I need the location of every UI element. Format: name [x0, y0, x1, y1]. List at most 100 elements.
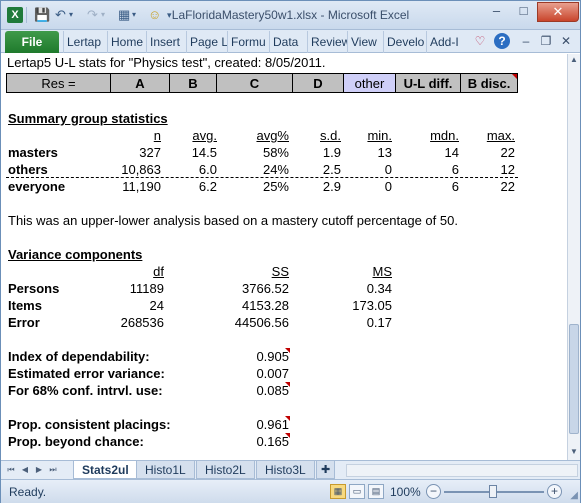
- header-a[interactable]: A: [111, 73, 170, 93]
- col-ss: SS: [271, 264, 289, 279]
- scroll-up-icon[interactable]: ▲: [568, 54, 580, 66]
- cell-max: 12: [500, 162, 515, 177]
- minimize-ribbon-icon[interactable]: –: [518, 33, 534, 49]
- tab-formulas[interactable]: Formu: [227, 31, 269, 53]
- beyond-chance-row[interactable]: Prop. beyond chance: 0.165: [1, 433, 567, 450]
- prev-sheet-icon[interactable]: ◀: [19, 464, 31, 476]
- page-layout-view-icon[interactable]: ▭: [349, 484, 365, 499]
- file-tab[interactable]: File: [5, 31, 59, 53]
- zoom-in-icon[interactable]: +: [547, 484, 562, 499]
- tab-view[interactable]: View: [347, 31, 383, 53]
- summary-row-masters[interactable]: masters 327 14.5 58% 1.9 13 14 22: [1, 144, 567, 161]
- last-sheet-icon[interactable]: ⏭: [47, 464, 59, 476]
- title-bar: X 💾 ↶ ▾ ↷ ▾ ▦ ▾ ☺ ▾ LaFloridaMastery50w1…: [1, 1, 580, 30]
- cell-min: 13: [377, 145, 392, 160]
- row-label: others: [8, 162, 48, 177]
- variance-row-error[interactable]: Error 268536 44506.56 0.17: [1, 314, 567, 331]
- cell-max: 22: [500, 179, 515, 194]
- vertical-scroll-thumb[interactable]: [569, 324, 579, 434]
- tab-add-ins[interactable]: Add-I: [426, 31, 468, 53]
- vertical-scrollbar[interactable]: ▲ ▼: [567, 54, 580, 460]
- index-label: For 68% conf. intrvl. use:: [8, 383, 163, 398]
- row-label: everyone: [8, 179, 66, 194]
- horizontal-scrollbar[interactable]: [346, 464, 578, 477]
- tab-developer[interactable]: Develo: [383, 31, 426, 53]
- variance-heading-row[interactable]: Variance components: [1, 246, 567, 263]
- page-break-view-icon[interactable]: ▤: [368, 484, 384, 499]
- header-row[interactable]: Res = A B C D other U-L diff. B disc.: [1, 73, 567, 94]
- worksheet-grid[interactable]: Lertap5 U-L stats for "Physics test", cr…: [1, 54, 567, 460]
- cell-avg-pct: 25%: [262, 179, 289, 194]
- header-b-disc-label: B disc.: [467, 76, 511, 91]
- header-ul-diff[interactable]: U-L diff.: [396, 73, 461, 93]
- first-sheet-icon[interactable]: ⏮: [5, 464, 17, 476]
- variance-columns-row[interactable]: df SS MS: [1, 263, 567, 280]
- col-n: n: [153, 128, 161, 143]
- close-window-button[interactable]: ✕: [537, 2, 579, 22]
- normal-view-icon[interactable]: ▦: [330, 484, 346, 499]
- cell-min: 0: [384, 179, 392, 194]
- header-b-disc[interactable]: B disc.: [461, 73, 518, 93]
- cell-mdn: 14: [444, 145, 459, 160]
- cell-min: 0: [384, 162, 392, 177]
- summary-row-everyone[interactable]: everyone 11,190 6.2 25% 2.9 0 6 22: [1, 178, 567, 195]
- restore-icon[interactable]: ❐: [538, 33, 554, 49]
- header-b[interactable]: B: [170, 73, 217, 93]
- row-label: masters: [8, 145, 58, 160]
- close-workbook-icon[interactable]: ✕: [558, 33, 574, 49]
- tab-lertap[interactable]: Lertap: [63, 31, 107, 53]
- zoom-slider-thumb[interactable]: [489, 485, 497, 498]
- help-icon[interactable]: ?: [494, 33, 510, 49]
- variance-row-items[interactable]: Items 24 4153.28 173.05: [1, 297, 567, 314]
- zoom-level[interactable]: 100%: [390, 485, 421, 499]
- sheet-tab-histo3l[interactable]: Histo3L: [256, 461, 315, 479]
- excel-window: X 💾 ↶ ▾ ↷ ▾ ▦ ▾ ☺ ▾ LaFloridaMastery50w1…: [0, 0, 581, 503]
- next-sheet-icon[interactable]: ▶: [33, 464, 45, 476]
- placing-label: Prop. beyond chance:: [8, 434, 144, 449]
- comment-indicator-icon: [285, 416, 290, 421]
- analysis-note-row[interactable]: This was an upper-lower analysis based o…: [1, 212, 567, 229]
- sheet-tab-stats2ul[interactable]: Stats2ul: [73, 461, 138, 479]
- sheet-tab-histo1l[interactable]: Histo1L: [136, 461, 195, 479]
- summary-row-others[interactable]: others 10,863 6.0 24% 2.5 0 6 12: [6, 161, 518, 178]
- tab-data[interactable]: Data: [269, 31, 307, 53]
- sheet-title-row[interactable]: Lertap5 U-L stats for "Physics test", cr…: [1, 54, 567, 71]
- ribbon-tab-bar: File Lertap Home Insert Page L Formu Dat…: [1, 30, 580, 53]
- header-other[interactable]: other: [344, 73, 396, 93]
- comment-indicator-icon: [285, 433, 290, 438]
- header-d[interactable]: D: [293, 73, 344, 93]
- index-value: 0.085: [256, 383, 289, 398]
- cell-ms: 0.34: [366, 281, 392, 296]
- col-mdn: mdn.: [430, 128, 459, 143]
- tab-insert[interactable]: Insert: [146, 31, 186, 53]
- minimize-window-button[interactable]: –: [483, 2, 510, 22]
- variance-row-persons[interactable]: Persons 11189 3766.52 0.34: [1, 280, 567, 297]
- placing-label: Prop. consistent placings:: [8, 417, 171, 432]
- sheet-tab-histo2l[interactable]: Histo2L: [196, 461, 255, 479]
- insert-sheet-icon[interactable]: ✚: [316, 461, 336, 479]
- index-dependability-row[interactable]: Index of dependability: 0.905: [1, 348, 567, 365]
- tab-review[interactable]: Review: [307, 31, 347, 53]
- summary-heading-row[interactable]: Summary group statistics: [1, 110, 567, 127]
- tab-home[interactable]: Home: [107, 31, 146, 53]
- index-error-variance-row[interactable]: Estimated error variance: 0.007: [1, 365, 567, 382]
- index-label: Estimated error variance:: [8, 366, 165, 381]
- status-bar: Ready. ▦ ▭ ▤ 100% − + ◢: [1, 479, 580, 503]
- maximize-window-button[interactable]: □: [510, 2, 537, 22]
- header-c[interactable]: C: [217, 73, 293, 93]
- heart-icon[interactable]: ♡: [472, 33, 488, 49]
- consistent-placings-row[interactable]: Prop. consistent placings: 0.961: [1, 416, 567, 433]
- cell-avg-pct: 24%: [262, 162, 289, 177]
- zoom-out-icon[interactable]: −: [426, 484, 441, 499]
- scroll-down-icon[interactable]: ▼: [568, 446, 580, 458]
- header-res[interactable]: Res =: [6, 73, 111, 93]
- index-value: 0.007: [256, 366, 289, 381]
- resize-grip-icon[interactable]: ◢: [570, 490, 578, 501]
- col-min: min.: [367, 128, 392, 143]
- summary-columns-row[interactable]: n avg. avg% s.d. min. mdn. max.: [1, 127, 567, 144]
- col-avg-pct: avg%: [256, 128, 289, 143]
- col-avg: avg.: [192, 128, 217, 143]
- index-conf-interval-row[interactable]: For 68% conf. intrvl. use: 0.085: [1, 382, 567, 399]
- cell-df: 24: [149, 298, 164, 313]
- tab-page-layout[interactable]: Page L: [186, 31, 227, 53]
